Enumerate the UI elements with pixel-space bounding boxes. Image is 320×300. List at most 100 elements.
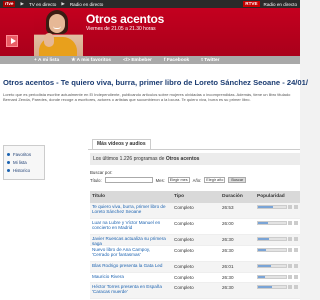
user-sidebar: Favoritos Mi lista Historico bbox=[3, 145, 45, 180]
bullet-icon bbox=[7, 160, 10, 164]
tab-more-videos[interactable]: Más vídeos y audios bbox=[92, 139, 151, 149]
share-icon[interactable] bbox=[294, 221, 298, 225]
program-list: Te quiero viva, burra, primer libro de L… bbox=[90, 203, 300, 300]
rtve-logo[interactable]: rtve bbox=[3, 1, 16, 7]
add-to-list-icon[interactable] bbox=[288, 263, 292, 268]
row-title-link[interactable]: Te quiero viva, burra, primer libro de L… bbox=[92, 204, 168, 214]
presenter-photo bbox=[34, 8, 83, 56]
table-header: Título Tipo Duración Popularidad bbox=[90, 191, 300, 203]
row-duration: 26:30 bbox=[222, 274, 234, 280]
page-description: Loreto que es periodista escribe actualm… bbox=[3, 92, 291, 102]
column-title[interactable]: Título bbox=[92, 194, 105, 199]
add-to-list-icon[interactable] bbox=[288, 205, 292, 209]
add-to-list-label: A mi lista bbox=[37, 57, 60, 63]
row-title-link[interactable]: Héctor Torres presenta en España 'Caraca… bbox=[92, 284, 168, 294]
popularity-bar bbox=[257, 263, 287, 268]
row-duration: 26:30 bbox=[222, 247, 234, 253]
embed-button[interactable]: </> Embeber bbox=[123, 58, 152, 63]
table-row[interactable]: Héctor Torres presenta en España 'Caraca… bbox=[90, 283, 300, 300]
column-popularity[interactable]: Popularidad bbox=[257, 194, 285, 199]
facebook-label: Facebook bbox=[166, 57, 190, 63]
program-title[interactable]: Otros acentos bbox=[86, 12, 164, 26]
add-to-list-icon[interactable] bbox=[288, 285, 292, 290]
row-duration: 26:01 bbox=[222, 263, 234, 269]
add-to-favorites-label: A mis favoritos bbox=[76, 57, 112, 63]
radio-live-link-right[interactable]: Radio en directo bbox=[264, 2, 297, 7]
row-duration: 26:30 bbox=[222, 237, 234, 242]
twitter-label: Twitter bbox=[204, 57, 220, 63]
month-select[interactable]: Elegir mes bbox=[167, 177, 190, 183]
row-type: Completo bbox=[174, 247, 194, 253]
add-to-list-button[interactable]: + A mi lista bbox=[34, 58, 59, 63]
facebook-button[interactable]: f Facebook bbox=[164, 58, 189, 63]
radio-live-link[interactable]: Radio en directo bbox=[70, 2, 103, 7]
popularity-bar bbox=[257, 205, 287, 209]
sidebar-item-history[interactable]: Historico bbox=[7, 166, 41, 174]
title-filter-label: Título: bbox=[90, 177, 102, 183]
sidebar-item-label: Historico bbox=[13, 167, 31, 173]
share-icon[interactable] bbox=[294, 237, 298, 241]
popularity-bar bbox=[257, 221, 287, 225]
search-button[interactable]: Buscar bbox=[228, 177, 247, 183]
row-title-link[interactable]: Mauricio Rivera bbox=[92, 274, 168, 279]
tv-live-icon: ▶ bbox=[20, 1, 24, 6]
program-schedule: Viernes de 21.05 a 21.30 horas bbox=[86, 26, 156, 32]
main-content: Otros acentos - Te quiero viva, burra, p… bbox=[0, 64, 308, 300]
sidebar-item-label: Favoritos bbox=[13, 151, 32, 157]
twitter-button[interactable]: t Twitter bbox=[201, 58, 219, 63]
share-icon[interactable] bbox=[294, 205, 298, 209]
search-label: Buscar por: bbox=[90, 170, 113, 175]
row-duration: 26:53 bbox=[222, 205, 234, 210]
program-header: Otros acentos Viernes de 21.05 a 21.30 h… bbox=[0, 8, 300, 64]
popularity-bar bbox=[257, 237, 287, 241]
popularity-bar bbox=[257, 285, 287, 290]
table-row[interactable]: Te quiero viva, burra, primer libro de L… bbox=[90, 203, 300, 219]
share-icon[interactable] bbox=[294, 274, 298, 279]
add-to-list-icon[interactable] bbox=[288, 274, 292, 279]
tv-live-link[interactable]: TV en directo bbox=[29, 2, 56, 7]
radio-live-icon: ▶ bbox=[61, 1, 65, 6]
table-row[interactable]: Luar na Lubre y Víctor Manuel en concier… bbox=[90, 219, 300, 235]
month-filter-label: Mes: bbox=[155, 177, 165, 183]
row-duration: 26:00 bbox=[222, 221, 234, 226]
year-filter-label: Año: bbox=[192, 177, 202, 183]
column-duration[interactable]: Duración bbox=[222, 194, 243, 199]
row-type: Completo bbox=[174, 205, 194, 210]
popularity-bar bbox=[257, 247, 287, 252]
add-to-list-icon[interactable] bbox=[288, 237, 292, 241]
row-type: Completo bbox=[174, 237, 194, 242]
page-title: Otros acentos - Te quiero viva, burra, p… bbox=[3, 78, 308, 87]
table-row[interactable]: Mauricio Rivera Completo 26:30 bbox=[90, 273, 300, 284]
row-type: Completo bbox=[174, 263, 194, 269]
play-icon[interactable] bbox=[6, 35, 18, 47]
row-title-link[interactable]: Nuevo libro de Ana Campoy, 'Cerrado por … bbox=[92, 247, 168, 257]
top-navigation-bar: rtve ▶ TV en directo ▶ Radio en directo … bbox=[0, 0, 300, 8]
share-icon[interactable] bbox=[294, 285, 298, 290]
bullet-icon bbox=[7, 152, 10, 156]
row-type: Completo bbox=[174, 221, 194, 226]
sidebar-item-my-list[interactable]: Mi lista bbox=[7, 158, 41, 166]
table-row[interactable]: Javier Ruescas actualiza su primera saga… bbox=[90, 235, 300, 246]
programs-panel: Los últimos 1.226 programas de Otros ace… bbox=[88, 149, 300, 300]
table-row[interactable]: Blas Rodrigo presenta la Gata Led Comple… bbox=[90, 261, 300, 273]
sidebar-item-favorites[interactable]: Favoritos bbox=[7, 150, 41, 158]
program-count: Los últimos 1.226 programas de Otros ace… bbox=[90, 153, 300, 165]
add-to-list-icon[interactable] bbox=[288, 221, 292, 225]
row-title-link[interactable]: Javier Ruescas actualiza su primera saga bbox=[92, 236, 168, 246]
share-icon[interactable] bbox=[294, 247, 298, 252]
year-select[interactable]: Elegir año bbox=[204, 177, 226, 183]
add-to-list-icon[interactable] bbox=[288, 247, 292, 252]
row-type: Completo bbox=[174, 285, 194, 291]
title-search-input[interactable] bbox=[104, 177, 153, 183]
row-title-link[interactable]: Luar na Lubre y Víctor Manuel en concier… bbox=[92, 220, 168, 230]
rtve-brand[interactable]: RTVE bbox=[243, 1, 260, 7]
share-icon[interactable] bbox=[294, 263, 298, 268]
table-row[interactable]: Nuevo libro de Ana Campoy, 'Cerrado por … bbox=[90, 246, 300, 262]
bullet-icon bbox=[7, 168, 10, 172]
row-title-link[interactable]: Blas Rodrigo presenta la Gata Led bbox=[92, 263, 168, 268]
add-to-favorites-button[interactable]: ★ A mis favoritos bbox=[71, 58, 111, 63]
column-type[interactable]: Tipo bbox=[174, 194, 184, 199]
topbar-right: RTVE Radio en directo bbox=[243, 1, 297, 7]
count-text: Los últimos 1.226 programas de bbox=[93, 156, 165, 162]
embed-label: Embeber bbox=[131, 57, 152, 63]
